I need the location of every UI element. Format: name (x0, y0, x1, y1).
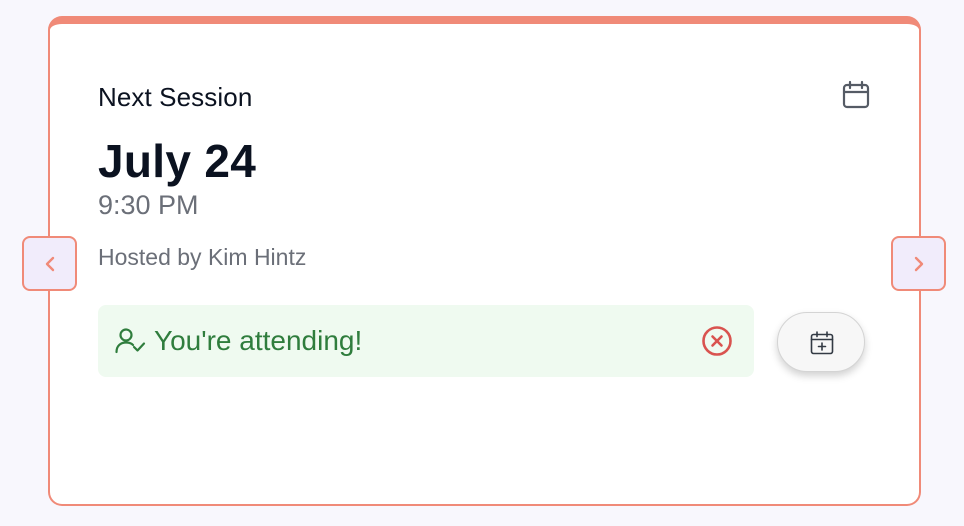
chevron-left-icon (45, 256, 55, 272)
cancel-attendance-button[interactable] (700, 324, 734, 358)
calendar-plus-icon (810, 331, 834, 355)
session-date: July 24 (98, 135, 257, 187)
user-check-icon (115, 328, 146, 354)
attendance-status-text: You're attending! (154, 325, 363, 356)
attendance-status: You're attending! (98, 305, 754, 377)
session-card: Next Session July 24 9:30 PM Hosted by K… (48, 16, 921, 506)
previous-session-button[interactable] (22, 236, 77, 291)
session-host: Hosted by Kim Hintz (98, 244, 307, 270)
next-session-button[interactable] (891, 236, 946, 291)
session-time: 9:30 PM (98, 190, 199, 220)
chevron-right-icon (914, 256, 924, 272)
calendar-icon (842, 80, 870, 109)
add-to-calendar-button[interactable] (777, 312, 865, 372)
card-title: Next Session (98, 82, 253, 112)
